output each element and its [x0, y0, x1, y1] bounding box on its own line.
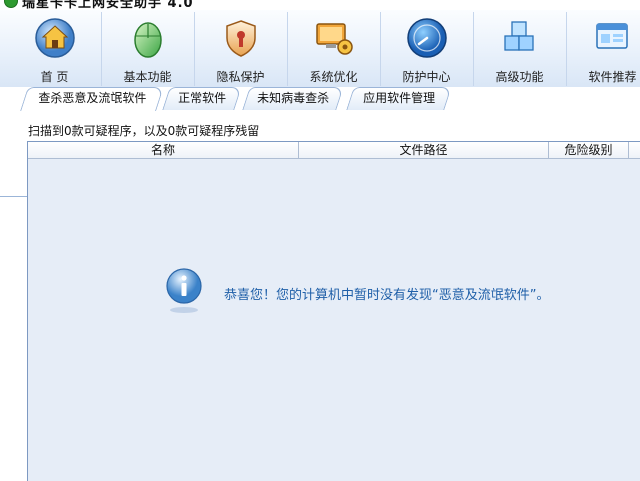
tab-label: 应用软件管理 — [363, 91, 436, 105]
mouse-icon — [134, 22, 162, 58]
cubes-icon — [504, 21, 534, 51]
tab-app-management[interactable]: 应用软件管理 — [346, 87, 452, 110]
windows-icon — [596, 23, 628, 49]
results-list[interactable]: 名称 文件路径 危险级别 恭喜您！您的计算机中暂时没有发现“恶意及流氓软件”。 — [27, 141, 640, 481]
toolbar-advanced-button[interactable]: 高级功能 — [473, 12, 567, 86]
toolbar-item-label: 高级功能 — [495, 70, 544, 84]
tab-label: 未知病毒查杀 — [257, 91, 330, 105]
tab-normal-software[interactable]: 正常软件 — [162, 87, 242, 110]
toolbar-basic-button[interactable]: 基本功能 — [101, 12, 195, 86]
toolbar-item-label: 基本功能 — [123, 70, 172, 84]
tab-label: 正常软件 — [178, 91, 227, 105]
toolbar-item-label: 首 页 — [40, 70, 69, 84]
list-header: 名称 文件路径 危险级别 — [28, 142, 640, 159]
toolbar-optimize-button[interactable]: 系统优化 — [287, 12, 381, 86]
shield-icon — [226, 20, 256, 57]
scan-summary: 扫描到0款可疑程序，以及0款可疑程序残留 — [28, 124, 260, 138]
empty-message: 恭喜您！您的计算机中暂时没有发现“恶意及流氓软件”。 — [224, 288, 550, 303]
monitor-gear-icon — [316, 23, 353, 55]
column-header-risk[interactable]: 危险级别 — [549, 142, 629, 158]
column-header-path[interactable]: 文件路径 — [299, 142, 549, 158]
toolbar-privacy-button[interactable]: 隐私保护 — [194, 12, 288, 86]
toolbar-item-label: 防护中心 — [402, 70, 451, 84]
app-logo-icon — [4, 0, 18, 8]
toolbar-home-button[interactable]: 首 页 — [8, 12, 102, 86]
tab-malware-scan[interactable]: 查杀恶意及流氓软件 — [20, 87, 164, 111]
toolbar-item-label: 隐私保护 — [216, 70, 265, 84]
window-title: 瑞星卡卡上网安全助手 4.0 — [22, 0, 194, 10]
clock-icon — [407, 18, 447, 58]
toolbar-protection-button[interactable]: 防护中心 — [380, 12, 474, 86]
sub-tab-bar: 查杀恶意及流氓软件 正常软件 未知病毒查杀 应用软件管理 — [0, 87, 640, 197]
toolbar-software-button[interactable]: 软件推荐 — [566, 12, 640, 86]
toolbar-item-label: 软件推荐 — [588, 70, 637, 84]
toolbar-item-label: 系统优化 — [309, 70, 358, 84]
tab-label: 查杀恶意及流氓软件 — [38, 91, 147, 105]
tab-unknown-virus-scan[interactable]: 未知病毒查杀 — [242, 87, 344, 110]
title-bar: 瑞星卡卡上网安全助手 4.0 — [0, 0, 640, 10]
info-icon — [166, 268, 202, 313]
main-toolbar: 首 页 基本功能 隐私保护 系统优化 防护中心 高级功能 软件推荐 — [0, 10, 640, 88]
column-header-name[interactable]: 名称 — [28, 142, 299, 158]
home-icon — [35, 18, 75, 58]
empty-state: 恭喜您！您的计算机中暂时没有发现“恶意及流氓软件”。 — [164, 268, 634, 316]
